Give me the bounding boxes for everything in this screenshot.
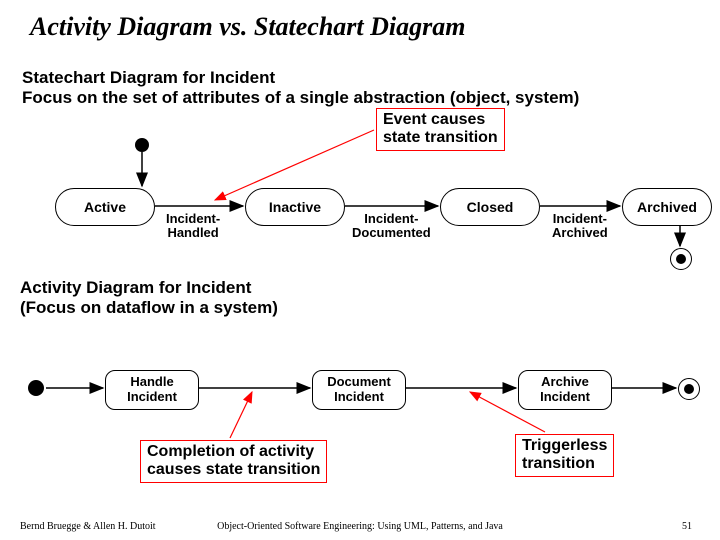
final-state-statechart: [670, 248, 692, 270]
activity-heading-line1: Activity Diagram for Incident: [20, 278, 251, 298]
event-note-box: Event causes state transition: [376, 108, 505, 151]
transition-documented: Incident- Documented: [352, 212, 431, 241]
final-state-inner: [676, 254, 686, 264]
state-archived: Archived: [622, 188, 712, 226]
state-inactive: Inactive: [245, 188, 345, 226]
footer-book-title: Object-Oriented Software Engineering: Us…: [217, 521, 503, 532]
transition-archived: Incident- Archived: [552, 212, 608, 241]
triggerless-note-box: Triggerless transition: [515, 434, 614, 477]
statechart-heading-line1: Statechart Diagram for Incident: [22, 68, 275, 88]
initial-state-dot: [135, 138, 149, 152]
footer-page-number: 51: [682, 521, 692, 532]
activity-heading-line2: (Focus on dataflow in a system): [20, 298, 278, 318]
final-state-activity: [678, 378, 700, 400]
activity-handle: HandleIncident: [105, 370, 199, 410]
transition-handled: Incident- Handled: [166, 212, 220, 241]
page-title: Activity Diagram vs. Statechart Diagram: [30, 12, 466, 42]
completion-note-box: Completion of activity causes state tran…: [140, 440, 327, 483]
initial-activity-dot: [28, 380, 44, 396]
state-active: Active: [55, 188, 155, 226]
footer-authors: Bernd Bruegge & Allen H. Dutoit: [20, 521, 156, 532]
state-closed: Closed: [440, 188, 540, 226]
activity-archive: ArchiveIncident: [518, 370, 612, 410]
event-note-line1: Event causes: [383, 111, 485, 128]
final-state-activity-inner: [684, 384, 694, 394]
event-note-line2: state transition: [383, 129, 498, 146]
activity-document: DocumentIncident: [312, 370, 406, 410]
statechart-heading-line2: Focus on the set of attributes of a sing…: [22, 88, 579, 108]
